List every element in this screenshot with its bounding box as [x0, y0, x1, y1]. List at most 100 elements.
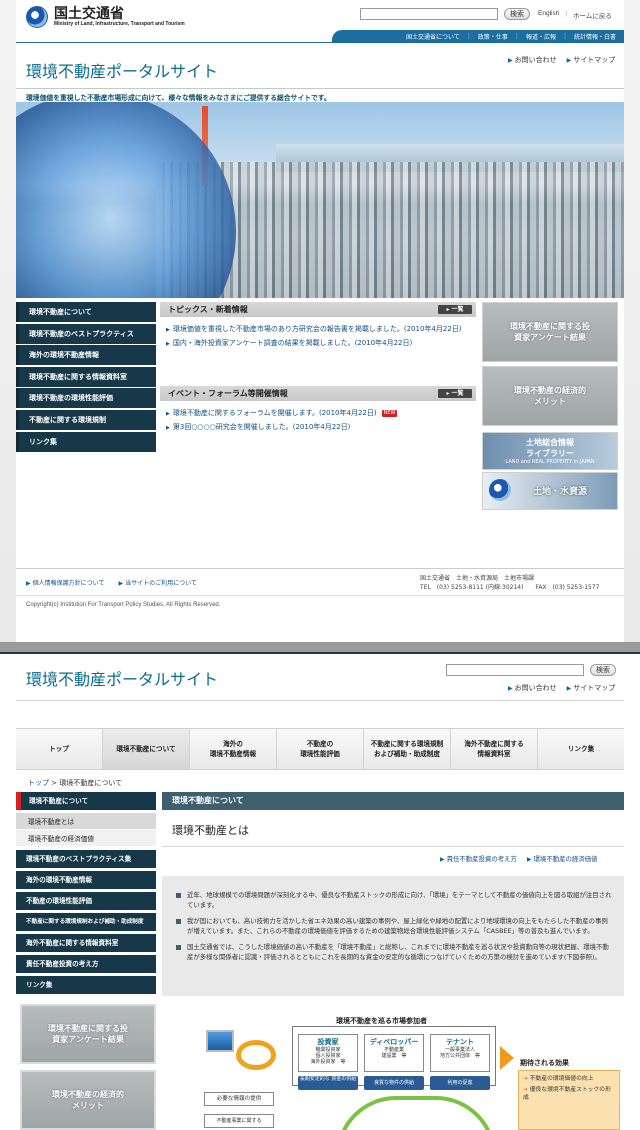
nav-regulation[interactable]: 不動産に関する環境規制 — [16, 409, 156, 430]
footer-divider — [16, 568, 624, 569]
nav-links[interactable]: リンク集 — [16, 976, 156, 994]
bullet-icon — [176, 945, 181, 950]
page-content: 国土交通省 Ministry of Land, Infrastructure, … — [16, 0, 624, 642]
merit-banner[interactable]: 環境不動産の経済的メリット — [482, 366, 618, 426]
nav-overseas[interactable]: 海外の環境不動産情報 — [16, 871, 156, 889]
header-divider — [16, 42, 624, 43]
land-library-banner[interactable]: 土地総合情報 ライブラリー LAND and REAL PROPERTY in … — [482, 432, 618, 470]
arrow-right-icon — [500, 1046, 514, 1070]
main-tabs: トップ 環境不動産について 海外の 環境不動産情報 不動産の 環境性能評価 不動… — [16, 728, 624, 770]
nav-best-practice[interactable]: 環境不動産のベストプラクティス — [16, 323, 156, 344]
tab-regulation[interactable]: 不動産に関する環境規制 および補助・助成制度 — [364, 729, 451, 769]
events-list: ▶ 環境不動産に関するフォーラムを開催します。(2010年4月22日) NEW ▶ 第… — [160, 401, 476, 435]
search-input[interactable] — [446, 664, 584, 676]
computer-icon — [206, 1030, 234, 1052]
intro-paragraph: 近年、地球規模での環境問題が深刻化する中、優良な不動産ストックの形成に向け、「環… — [176, 890, 612, 910]
developer-card: ディベロッパー 不動産業 建設業 等 — [364, 1034, 424, 1072]
left-nav: 環境不動産について 環境不動産とは 環境不動産の経済価値 環境不動産のベストプラ… — [16, 792, 156, 997]
market-participants-diagram: 環境不動産を巡る市場参加者 投資家 機関投資家 個人投資家 海外投資家 等 ディ… — [196, 1012, 620, 1130]
tab-overseas[interactable]: 海外の 環境不動産情報 — [190, 729, 277, 769]
topics-header: トピックス・新着情報 ▸ 一覧 — [160, 302, 476, 317]
site-title[interactable]: 環境不動産ポータルサイト — [26, 666, 218, 690]
nav-evaluation[interactable]: 不動産の環境性能評価 — [16, 892, 156, 910]
contact-link[interactable]: ▶ お問い合わせ — [508, 683, 557, 693]
effect-item: ➔ 優良な環境不動産ストックの形成 — [523, 1087, 611, 1101]
survey-banner[interactable]: 環境不動産に関する投資家アンケート結果 — [20, 1004, 156, 1064]
related-economic-value[interactable]: ▶ 環境不動産の経済価値 — [527, 854, 598, 863]
search-input[interactable] — [360, 8, 498, 20]
sitemap-link[interactable]: ▶ サイトマップ — [567, 683, 616, 693]
ministry-logo[interactable]: 国土交通省 Ministry of Land, Infrastructure, … — [26, 6, 185, 28]
nav-about[interactable]: 環境不動産について — [16, 302, 156, 322]
effects-box: ➔ 不動産の環境価値の向上 ➔ 優良な環境不動産ストックの形成 — [518, 1070, 620, 1130]
nav-best-practice[interactable]: 環境不動産のベストプラクティス集 — [16, 850, 156, 868]
gnav-policy[interactable]: 政策・仕事 — [478, 32, 508, 41]
real-estate-box: 不動産事業に関する — [204, 1114, 274, 1128]
list-item[interactable]: ▶ 環境不動産に関するフォーラムを開催します。(2010年4月22日) NEW — [166, 407, 476, 421]
terms-link[interactable]: ▶ 当サイトのご利用について — [118, 578, 196, 587]
arrow-icon: ▶ — [166, 341, 170, 347]
english-link[interactable]: English — [538, 10, 559, 20]
new-badge: NEW — [381, 409, 398, 417]
events-more-button[interactable]: ▸ 一覧 — [438, 389, 472, 398]
investor-card: 投資家 機関投資家 個人投資家 海外投資家 等 — [298, 1034, 358, 1072]
site-title[interactable]: 環境不動産ポータルサイト — [26, 58, 218, 82]
nav-overseas[interactable]: 海外の環境不動産情報 — [16, 345, 156, 366]
survey-banner[interactable]: 環境不動産に関する投資家アンケート結果 — [482, 302, 618, 362]
cycle-arc — [336, 1096, 496, 1130]
nav-responsible-investment[interactable]: 責任不動産投資の考え方 — [16, 955, 156, 973]
search-button[interactable]: 検索 — [590, 664, 616, 676]
tenant-role: 利用の促進 — [430, 1076, 490, 1090]
link-separator: | — [565, 10, 568, 17]
gnav-stats[interactable]: 統計情報・白書 — [574, 32, 616, 41]
sitemap-link[interactable]: ▶ サイトマップ — [567, 55, 616, 65]
gnav-press[interactable]: 報道・広報 — [526, 32, 556, 41]
site-utility-links: ▶ お問い合わせ ▶ サイトマップ — [508, 55, 615, 65]
list-item[interactable]: ▶ 環境価値を重視した不動産市場のあり方研究会の報告書を掲載しました。(2010年… — [166, 323, 476, 337]
header-divider — [16, 700, 624, 701]
copyright: Copyright(c) Institution For Transport P… — [26, 602, 221, 608]
arrow-icon: ▶ — [118, 580, 124, 587]
topics-more-button[interactable]: ▸ 一覧 — [438, 305, 472, 314]
nav-links[interactable]: リンク集 — [16, 431, 156, 452]
section-title: 環境不動産について — [162, 792, 624, 810]
subnav-what-is[interactable]: 環境不動産とは — [16, 813, 156, 830]
nav-library[interactable]: 環境不動産に関する情報資料室 — [16, 366, 156, 387]
page-right-margin — [624, 0, 640, 642]
privacy-link[interactable]: ▶ 個人情報保護方針について — [26, 578, 104, 587]
list-item[interactable]: ▶ 国内・海外投資家アンケート調査の結果を掲載しました。(2010年4月22日) — [166, 337, 476, 351]
gnav-separator: | — [563, 32, 566, 40]
nav-evaluation[interactable]: 環境不動産の環境性能評価 — [16, 388, 156, 409]
tab-about[interactable]: 環境不動産について — [103, 729, 190, 769]
nav-regulation[interactable]: 不動産に関する環境規制および補助・助成制度 — [16, 913, 156, 931]
home-link[interactable]: ホームに戻る — [573, 10, 612, 20]
diagram-title: 環境不動産を巡る市場参加者 — [336, 1017, 427, 1025]
tab-library[interactable]: 海外不動産に関する 情報資料室 — [451, 729, 538, 769]
arrow-icon: ▶ — [166, 425, 170, 431]
subnav-economic-value[interactable]: 環境不動産の経済価値 — [16, 830, 156, 847]
tab-top[interactable]: トップ — [16, 729, 103, 769]
list-item[interactable]: ▶ 第3回○○○○研究会を開催しました。(2010年4月22日) — [166, 421, 476, 435]
ministry-emblem-icon — [26, 6, 48, 28]
tab-links[interactable]: リンク集 — [538, 729, 624, 769]
intro-box: 近年、地球規模での環境問題が深刻化する中、優良な不動産ストックの形成に向け、「環… — [162, 876, 624, 996]
ministry-global-nav: 国土交通省について | 政策・仕事 | 報道・広報 | 統計情報・白書 — [332, 30, 624, 42]
breadcrumb-current: 環境不動産について — [59, 779, 123, 787]
gnav-about[interactable]: 国土交通省について — [406, 32, 460, 41]
arrow-icon: ▶ — [166, 327, 170, 333]
page-title: 環境不動産とは — [172, 824, 249, 837]
nav-about-submenu: 環境不動産とは 環境不動産の経済価値 — [16, 813, 156, 847]
merit-banner[interactable]: 環境不動産の経済的メリット — [20, 1070, 156, 1130]
nav-about[interactable]: 環境不動産について — [16, 792, 156, 810]
nav-library[interactable]: 海外不動産に関する情報資料室 — [16, 934, 156, 952]
bullet-icon — [176, 893, 181, 898]
related-responsible-investment[interactable]: ▶ 責任不動産投資の考え方 — [440, 854, 517, 863]
search-button[interactable]: 検索 — [504, 8, 530, 20]
tab-evaluation[interactable]: 不動産の 環境性能評価 — [277, 729, 364, 769]
land-water-label: 土地・水資源 — [483, 473, 617, 509]
footer-copy-divider — [16, 595, 624, 596]
contact-link[interactable]: ▶ お問い合わせ — [508, 55, 557, 65]
breadcrumb-home[interactable]: トップ — [28, 779, 49, 787]
land-water-banner[interactable]: 土地・水資源 — [482, 472, 618, 510]
info-provision-box: 必要な情報の提供 — [204, 1092, 274, 1106]
